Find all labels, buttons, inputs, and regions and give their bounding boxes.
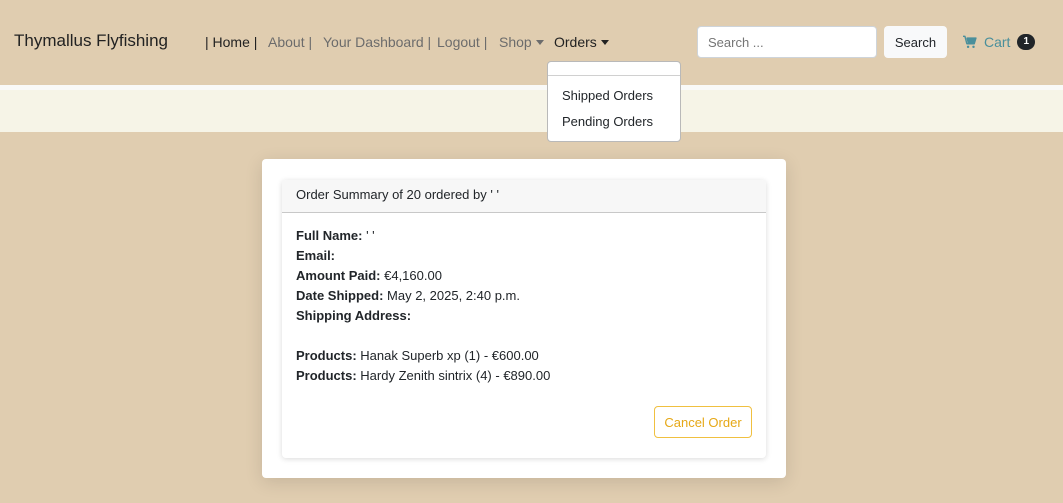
nav-about-link[interactable]: About | (268, 34, 312, 50)
search-button[interactable]: Search (884, 26, 947, 58)
dropdown-item-pending-orders[interactable]: Pending Orders (562, 114, 653, 129)
dropdown-divider (548, 75, 680, 76)
nav-logout-link[interactable]: Logout | (437, 34, 487, 50)
cart-link[interactable]: Cart 1 (963, 33, 1036, 51)
email-row: Email: (296, 247, 752, 267)
shipping-address-label: Shipping Address: (296, 308, 412, 323)
product-label: Products: (296, 368, 357, 383)
brand-logo[interactable]: Thymallus Flyfishing (14, 31, 168, 51)
nav-shop-label: Shop (499, 34, 532, 50)
product-row: Products: Hardy Zenith sintrix (4) - €89… (296, 367, 752, 387)
product-row: Products: Hanak Superb xp (1) - €600.00 (296, 347, 752, 367)
full-name-label: Full Name: (296, 228, 363, 243)
nav-orders-label: Orders (554, 34, 597, 50)
cart-count-badge: 1 (1017, 34, 1036, 50)
date-shipped-label: Date Shipped: (296, 288, 384, 303)
date-shipped-row: Date Shipped: May 2, 2025, 2:40 p.m. (296, 287, 752, 307)
order-details: Full Name: ' ' Email: Amount Paid: €4,16… (282, 213, 766, 387)
date-shipped-value: May 2, 2025, 2:40 p.m. (383, 288, 520, 303)
orders-dropdown-menu: Shipped Orders Pending Orders (547, 61, 681, 142)
order-summary-header: Order Summary of 20 ordered by ' ' (282, 180, 766, 213)
product-value: Hardy Zenith sintrix (4) - €890.00 (356, 368, 551, 383)
cart-icon (963, 35, 977, 49)
dropdown-item-shipped-orders[interactable]: Shipped Orders (562, 88, 653, 103)
full-name-row: Full Name: ' ' (296, 227, 752, 247)
email-label: Email: (296, 248, 336, 263)
nav-shop-dropdown[interactable]: Shop (499, 34, 544, 50)
product-value: Hanak Superb xp (1) - €600.00 (356, 348, 539, 363)
order-summary-card: Order Summary of 20 ordered by ' ' Full … (282, 180, 766, 458)
nav-dashboard-link[interactable]: Your Dashboard | (323, 34, 431, 50)
nav-orders-dropdown[interactable]: Orders (554, 34, 609, 50)
order-container: Order Summary of 20 ordered by ' ' Full … (262, 159, 786, 478)
amount-paid-label: Amount Paid: (296, 268, 381, 283)
shipping-address-row: Shipping Address: (296, 307, 752, 327)
amount-paid-value: €4,160.00 (380, 268, 442, 283)
sub-banner (0, 85, 1063, 132)
cart-label: Cart (984, 34, 1011, 50)
search-input[interactable] (697, 26, 877, 58)
caret-down-icon (535, 40, 544, 45)
nav-home-link[interactable]: | Home | (205, 34, 257, 50)
navbar: Thymallus Flyfishing | Home | About | Yo… (0, 0, 1063, 85)
full-name-value: ' ' (362, 228, 375, 243)
caret-down-icon (600, 40, 609, 45)
amount-paid-row: Amount Paid: €4,160.00 (296, 267, 752, 287)
product-label: Products: (296, 348, 357, 363)
cancel-order-button[interactable]: Cancel Order (654, 406, 752, 438)
